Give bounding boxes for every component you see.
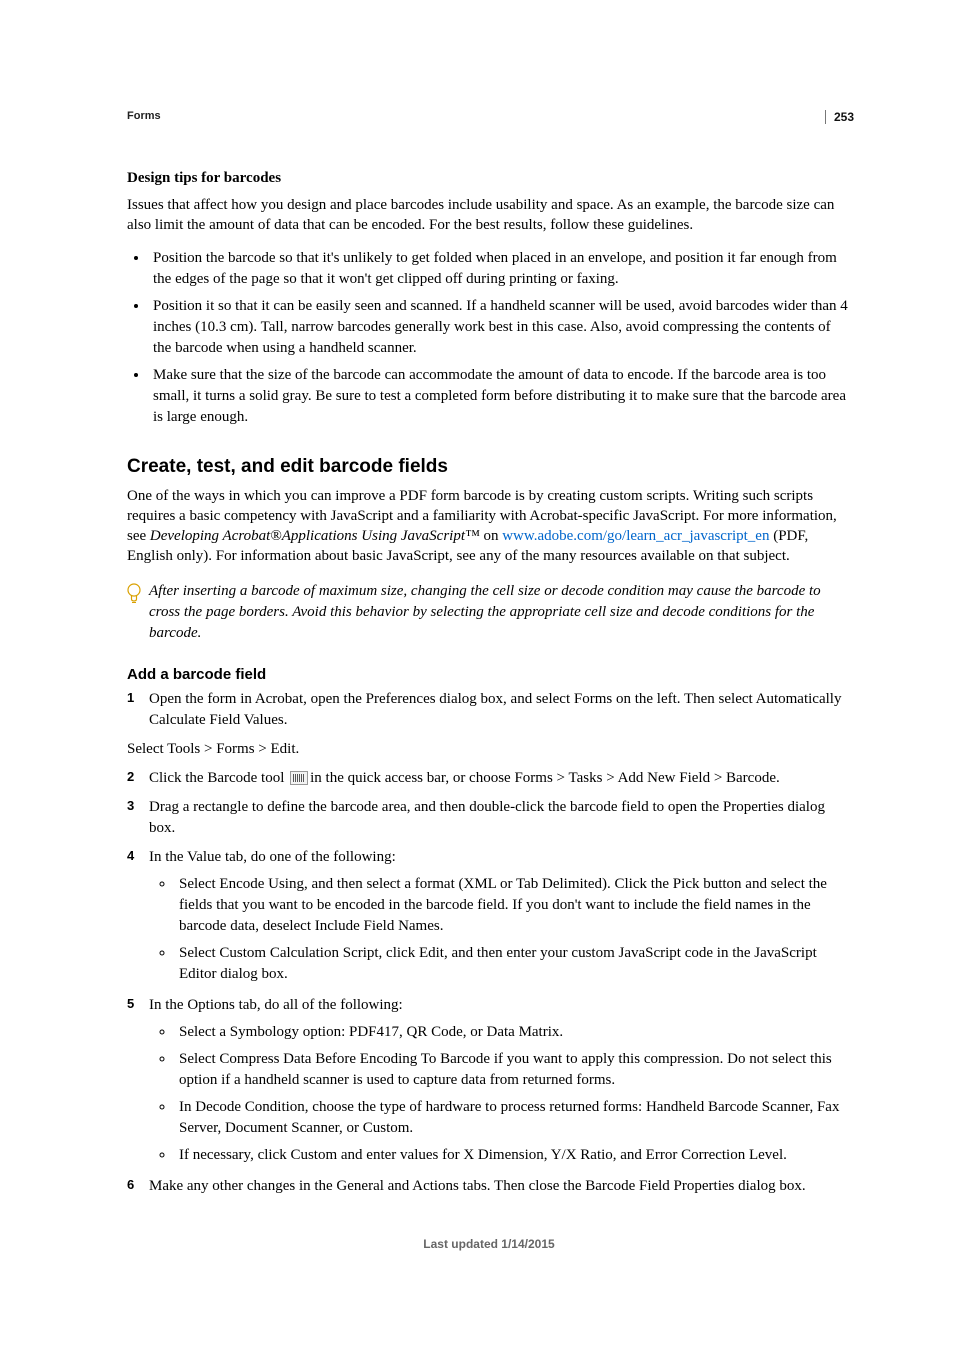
step-item: Click the Barcode tool in the quick acce… xyxy=(127,768,851,789)
list-item: Select Compress Data Before Encoding To … xyxy=(175,1049,851,1091)
list-item: Select Custom Calculation Script, click … xyxy=(175,943,851,985)
footer-last-updated: Last updated 1/14/2015 xyxy=(127,1237,851,1251)
step-item: Make any other changes in the General an… xyxy=(127,1176,851,1197)
sub-bullet-list: Select a Symbology option: PDF417, QR Co… xyxy=(149,1022,851,1166)
text: Click the Barcode tool xyxy=(149,770,288,786)
breadcrumb: Forms xyxy=(127,110,851,122)
list-item: Make sure that the size of the barcode c… xyxy=(149,365,851,428)
lightbulb-icon xyxy=(127,583,141,605)
heading-design-tips: Design tips for barcodes xyxy=(127,170,851,187)
steps-list-cont: Click the Barcode tool in the quick acce… xyxy=(127,768,851,1197)
text: In the Options tab, do all of the follow… xyxy=(149,997,403,1013)
list-item: If necessary, click Custom and enter val… xyxy=(175,1145,851,1166)
step-item: In the Options tab, do all of the follow… xyxy=(127,995,851,1166)
sub-bullet-list: Select Encode Using, and then select a f… xyxy=(149,874,851,985)
list-item: Select a Symbology option: PDF417, QR Co… xyxy=(175,1022,851,1043)
link-javascript-docs[interactable]: www.adobe.com/go/learn_acr_javascript_en xyxy=(502,528,769,544)
text: In the Value tab, do one of the followin… xyxy=(149,849,396,865)
step-item: Open the form in Acrobat, open the Prefe… xyxy=(127,689,851,731)
steps-list: Open the form in Acrobat, open the Prefe… xyxy=(127,689,851,731)
tip-callout: After inserting a barcode of maximum siz… xyxy=(127,581,851,644)
step-item: In the Value tab, do one of the followin… xyxy=(127,847,851,985)
list-item: Position the barcode so that it's unlike… xyxy=(149,248,851,290)
list-item: Select Encode Using, and then select a f… xyxy=(175,874,851,937)
tip-text: After inserting a barcode of maximum siz… xyxy=(149,581,851,644)
paragraph-design-intro: Issues that affect how you design and pl… xyxy=(127,195,851,236)
heading-create-test-edit: Create, test, and edit barcode fields xyxy=(127,456,851,478)
heading-add-barcode: Add a barcode field xyxy=(127,666,851,683)
paragraph-create-intro: One of the ways in which you can improve… xyxy=(127,486,851,567)
step-note: Select Tools > Forms > Edit. xyxy=(127,739,851,760)
step-item: Drag a rectangle to define the barcode a… xyxy=(127,797,851,839)
text: in the quick access bar, or choose Forms… xyxy=(310,770,780,786)
list-item: In Decode Condition, choose the type of … xyxy=(175,1097,851,1139)
barcode-tool-icon xyxy=(290,771,308,785)
design-bullet-list: Position the barcode so that it's unlike… xyxy=(127,248,851,428)
text-italic: Developing Acrobat®Applications Using Ja… xyxy=(150,528,480,544)
text: on xyxy=(480,528,503,544)
page-number: 253 xyxy=(825,110,854,124)
list-item: Position it so that it can be easily see… xyxy=(149,296,851,359)
